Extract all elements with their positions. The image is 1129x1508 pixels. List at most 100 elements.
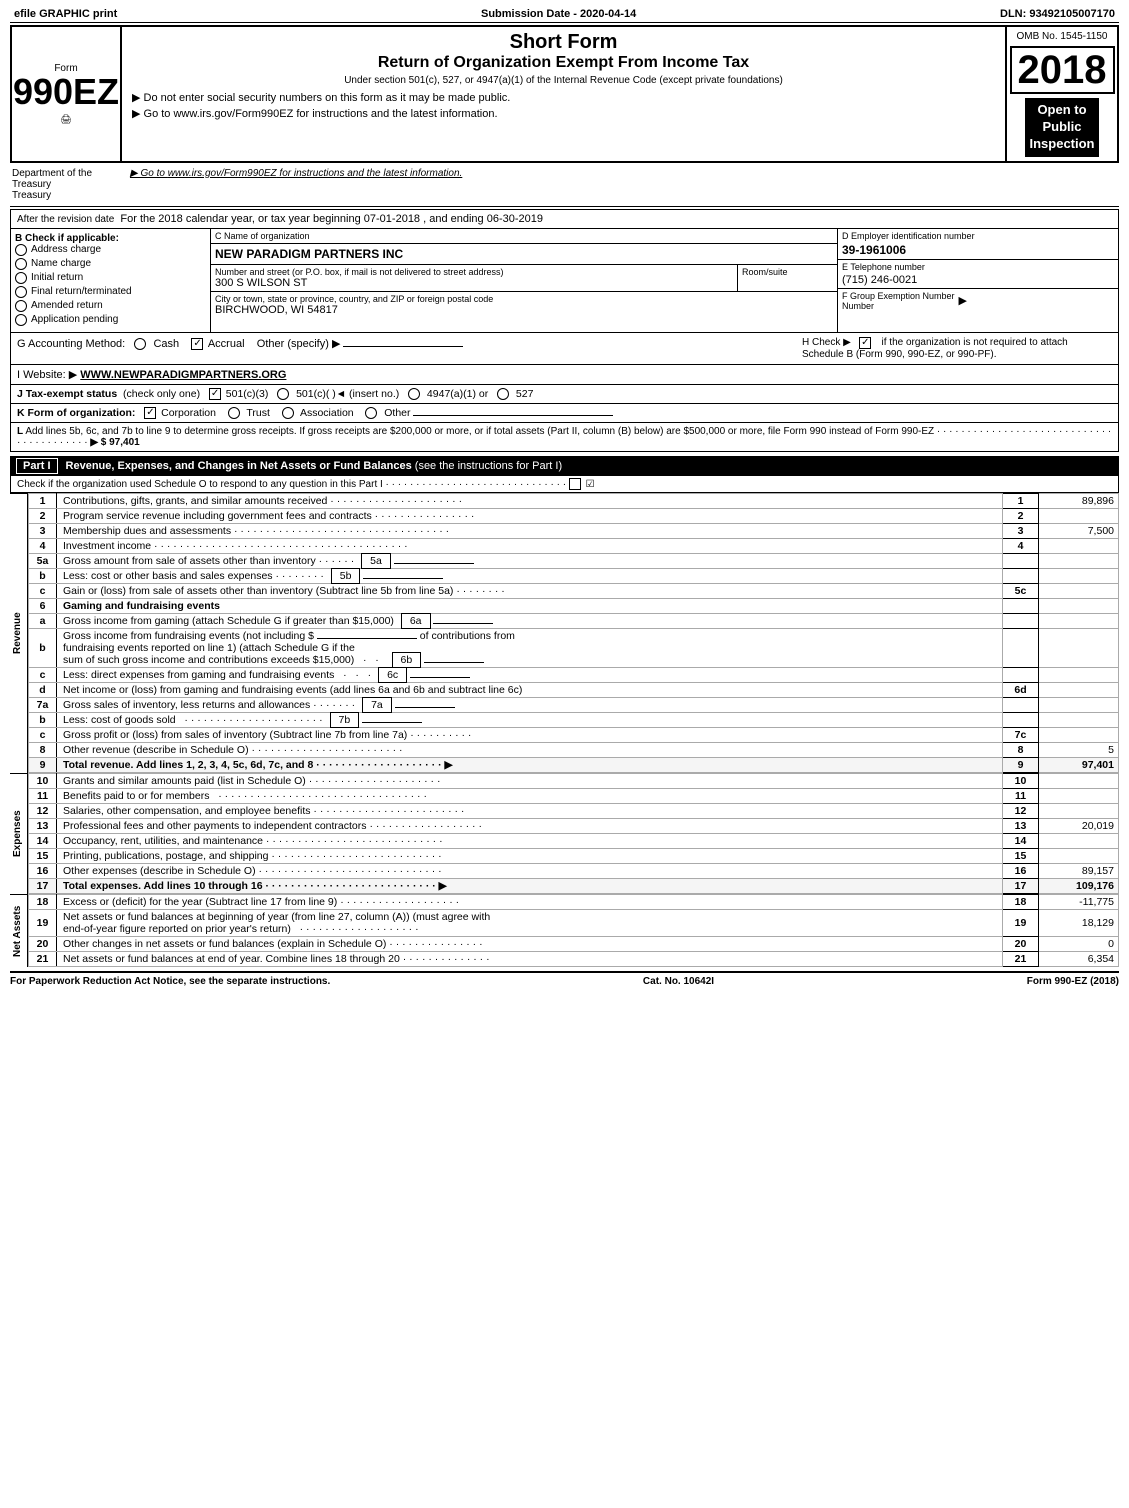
amount-10 xyxy=(1039,774,1119,789)
h-checkbox[interactable] xyxy=(859,337,871,349)
table-row: 14 Occupancy, rent, utilities, and maint… xyxy=(29,834,1119,849)
row-num-5a: 5a xyxy=(29,554,57,569)
form-org-label: K Form of organization: xyxy=(17,407,135,419)
row-desc-1: Contributions, gifts, grants, and simila… xyxy=(57,494,1003,509)
table-row: b Less: cost of goods sold · · · · · · ·… xyxy=(29,713,1119,728)
sub-field-7a[interactable] xyxy=(395,707,455,708)
final-return-radio[interactable] xyxy=(15,286,27,298)
line-col-6d: 6d xyxy=(1003,683,1039,698)
row-num-17: 17 xyxy=(29,879,57,894)
row-desc-2: Program service revenue including govern… xyxy=(57,509,1003,524)
sub-field-6a[interactable] xyxy=(433,623,493,624)
alternate-label: After the revision date xyxy=(17,214,114,225)
527-radio[interactable] xyxy=(497,388,509,400)
amended-return-radio[interactable] xyxy=(15,300,27,312)
room-block: Room/suite xyxy=(737,265,837,291)
sub-field-5a[interactable] xyxy=(394,563,474,564)
address-change-label: Address charge xyxy=(31,244,101,255)
phone-value: (715) 246-0021 xyxy=(842,274,1114,286)
corp-checkbox[interactable] xyxy=(144,407,156,419)
accounting-label: G Accounting Method: xyxy=(17,338,125,350)
sub-field-5b[interactable] xyxy=(363,578,443,579)
dept-left: Department of the Treasury Treasury xyxy=(10,166,120,203)
row-num-18: 18 xyxy=(29,895,57,910)
row-num-6: 6 xyxy=(29,599,57,614)
row-num-15: 15 xyxy=(29,849,57,864)
ein-block: D Employer identification number 39-1961… xyxy=(838,229,1118,332)
tax-exempt-label: J Tax-exempt status xyxy=(17,388,117,400)
address-row: Number and street (or P.O. box, if mail … xyxy=(211,265,837,292)
4947-radio[interactable] xyxy=(408,388,420,400)
ein-value: 39-1961006 xyxy=(842,243,1114,257)
tax-exempt-note: (check only one) xyxy=(123,388,200,400)
return-title: Return of Organization Exempt From Incom… xyxy=(132,54,995,72)
initial-return-radio[interactable] xyxy=(15,272,27,284)
other-radio[interactable] xyxy=(365,407,377,419)
part1-header: Part I Revenue, Expenses, and Changes in… xyxy=(10,456,1119,476)
row-desc-13: Professional fees and other payments to … xyxy=(57,819,1003,834)
open-public-label: Open toPublicInspection xyxy=(1025,98,1098,157)
sub-col-6b: 6b xyxy=(392,652,422,668)
name-address-block: C Name of organization NEW PARADIGM PART… xyxy=(211,229,838,332)
name-change-radio[interactable] xyxy=(15,258,27,270)
app-pending-label: Application pending xyxy=(31,314,118,325)
row-num-7a: 7a xyxy=(29,698,57,713)
amount-3: 7,500 xyxy=(1039,524,1119,539)
revenue-table: 1 Contributions, gifts, grants, and simi… xyxy=(28,493,1119,773)
amount-6 xyxy=(1039,599,1119,614)
accrual-label: Accrual xyxy=(208,338,245,350)
other-org-field[interactable] xyxy=(413,415,613,416)
net-assets-side-label: Net Assets xyxy=(10,894,28,967)
501c3-checkbox[interactable] xyxy=(209,388,221,400)
row-num-2: 2 xyxy=(29,509,57,524)
sub-col-5a: 5a xyxy=(361,553,391,569)
table-row: 20 Other changes in net assets or fund b… xyxy=(29,937,1119,952)
footer-cat: Cat. No. 10642I xyxy=(643,976,714,987)
fundraising-field[interactable] xyxy=(317,638,417,639)
amount-6b xyxy=(1039,629,1119,668)
row-desc-6: Gaming and fundraising events xyxy=(57,599,1003,614)
row-desc-4: Investment income · · · · · · · · · · · … xyxy=(57,539,1003,554)
address-change-radio[interactable] xyxy=(15,244,27,256)
amount-7a xyxy=(1039,698,1119,713)
4947-label: 4947(a)(1) or xyxy=(427,388,488,400)
row-num-20: 20 xyxy=(29,937,57,952)
form-number-block: Form 990EZ 🖨 xyxy=(12,27,122,161)
org-name: NEW PARADIGM PARTNERS INC xyxy=(211,244,837,265)
app-pending-radio[interactable] xyxy=(15,314,27,326)
cash-label: Cash xyxy=(153,338,179,350)
assoc-radio[interactable] xyxy=(282,407,294,419)
501c-radio[interactable] xyxy=(277,388,289,400)
row-desc-5b: Less: cost or other basis and sales expe… xyxy=(57,569,1003,584)
group-exempt-label: F Group Exemption Number Number xyxy=(842,291,955,311)
accrual-checkbox[interactable] xyxy=(191,338,203,350)
dept-right: ▶ Go to www.irs.gov/Form990EZ for instru… xyxy=(120,166,1119,181)
amount-4 xyxy=(1039,539,1119,554)
line-col-15: 15 xyxy=(1003,849,1039,864)
l-row: L Add lines 5b, 6c, and 7b to line 9 to … xyxy=(10,423,1119,452)
line-col-6b xyxy=(1003,629,1039,668)
other-field[interactable] xyxy=(343,346,463,347)
short-form-title: Short Form xyxy=(132,31,995,54)
corp-label: Corporation xyxy=(161,407,216,419)
line-col-14: 14 xyxy=(1003,834,1039,849)
sub-col-6c: 6c xyxy=(378,667,407,683)
amount-17: 109,176 xyxy=(1039,879,1119,894)
row-desc-3: Membership dues and assessments · · · · … xyxy=(57,524,1003,539)
sub-field-6c[interactable] xyxy=(410,677,470,678)
dept-row: Department of the Treasury Treasury ▶ Go… xyxy=(10,166,1119,207)
trust-radio[interactable] xyxy=(228,407,240,419)
table-row: 11 Benefits paid to or for members · · ·… xyxy=(29,789,1119,804)
sub-field-6b[interactable] xyxy=(424,662,484,663)
final-return-label: Final return/terminated xyxy=(31,286,132,297)
check-name-section: B Check if applicable: Address charge Na… xyxy=(10,229,1119,333)
revenue-side-label: Revenue xyxy=(10,493,28,773)
sub-field-7b[interactable] xyxy=(362,722,422,723)
amount-12 xyxy=(1039,804,1119,819)
instructions-link[interactable]: ▶ Go to www.irs.gov/Form990EZ for instru… xyxy=(130,168,462,179)
cash-radio[interactable] xyxy=(134,338,146,350)
table-row: 7a Gross sales of inventory, less return… xyxy=(29,698,1119,713)
table-row: 3 Membership dues and assessments · · · … xyxy=(29,524,1119,539)
part1-check-box[interactable] xyxy=(569,478,581,490)
initial-return-item: Initial return xyxy=(15,272,206,284)
